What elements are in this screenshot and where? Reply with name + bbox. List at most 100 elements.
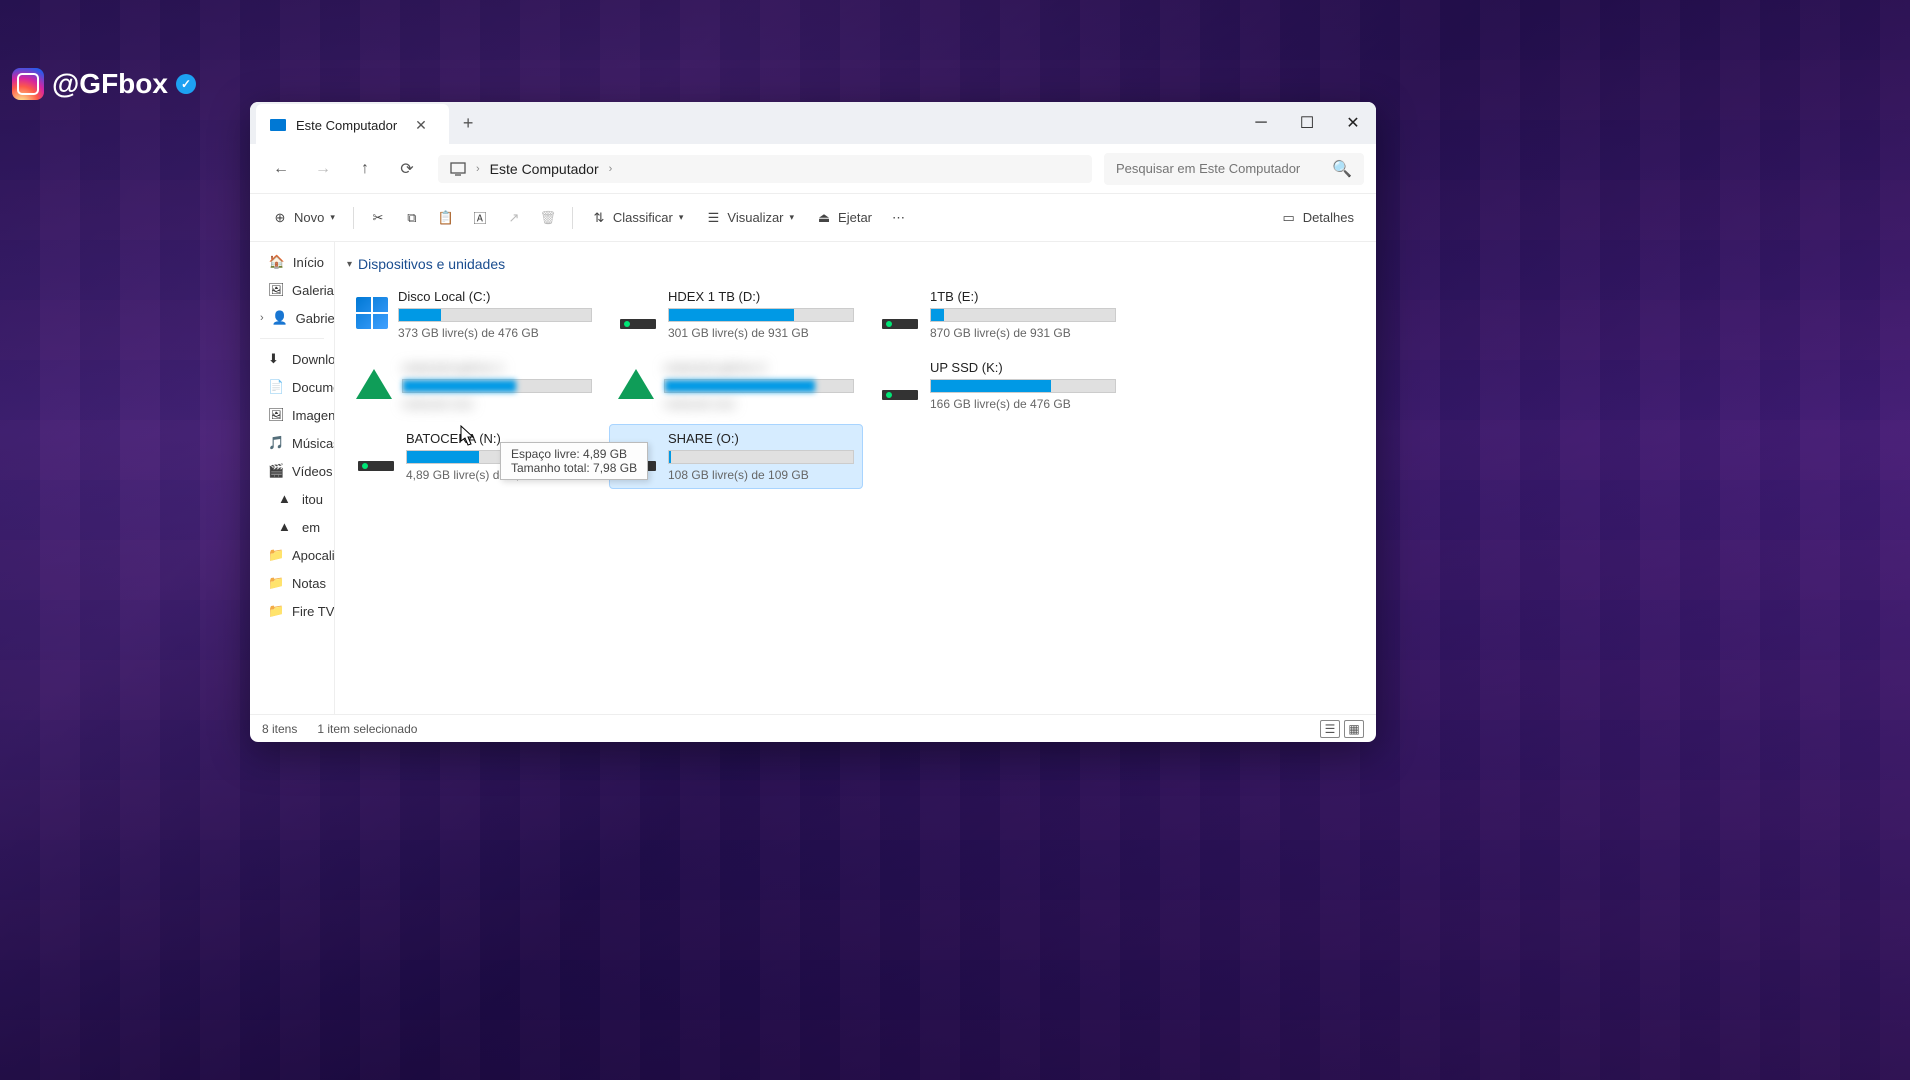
drive-usage-bar [668, 450, 854, 464]
address-bar: ← → ↑ ⟳ › Este Computador › 🔍 [250, 144, 1376, 194]
sidebar-item-apocalipse[interactable]: 📁Apocalipse [250, 541, 334, 569]
details-view-button[interactable]: ☰ [1320, 720, 1340, 738]
new-button[interactable]: ⊕ Novo ▾ [262, 204, 345, 232]
plus-circle-icon: ⊕ [272, 210, 288, 226]
drive-disco-local--c--[interactable]: Disco Local (C:)373 GB livre(s) de 476 G… [347, 282, 601, 347]
refresh-button[interactable]: ⟳ [388, 150, 426, 188]
section-title: Dispositivos e unidades [358, 256, 505, 272]
drive-usage-fill [399, 309, 441, 321]
sidebar-item-notas[interactable]: 📁Notas [250, 569, 334, 597]
chevron-right-icon: › [609, 163, 613, 175]
gdrive-icon: ▲ [278, 519, 294, 535]
sidebar-item-label: Gabriel [296, 311, 335, 326]
rename-button[interactable]: 🄰 [464, 204, 496, 232]
eject-icon: ⏏ [816, 210, 832, 226]
section-header-devices[interactable]: ▾ Dispositivos e unidades [347, 252, 1364, 282]
drive-redacted-gdrive-1[interactable]: redacted-gdrive-1redacted size [347, 353, 601, 418]
copy-button[interactable]: ⧉ [396, 204, 428, 232]
breadcrumb[interactable]: › Este Computador › [438, 155, 1092, 183]
new-tab-button[interactable]: + [449, 113, 488, 134]
tiles-view-button[interactable]: ▦ [1344, 720, 1364, 738]
doc-icon: 📄 [268, 379, 284, 395]
drive-hdex-1-tb--d--[interactable]: HDEX 1 TB (D:)301 GB livre(s) de 931 GB [609, 282, 863, 347]
search-box[interactable]: 🔍 [1104, 153, 1364, 185]
paste-icon: 📋 [438, 210, 454, 226]
back-button[interactable]: ← [262, 150, 300, 188]
tab-este-computador[interactable]: Este Computador ✕ [256, 104, 449, 146]
sort-button[interactable]: ⇅ Classificar ▾ [581, 204, 694, 232]
minimize-button[interactable]: ─ [1238, 102, 1284, 144]
eject-button[interactable]: ⏏ Ejetar [806, 204, 882, 232]
content-area[interactable]: ▾ Dispositivos e unidades Disco Local (C… [335, 242, 1376, 714]
sidebar-item-gabriel[interactable]: 👤 Gabriel [250, 304, 334, 332]
sidebar-item-fire tv[interactable]: 📁Fire TV [250, 597, 334, 625]
search-input[interactable] [1116, 161, 1324, 176]
cut-button[interactable]: ✂ [362, 204, 394, 232]
more-button[interactable]: ⋯ [884, 204, 913, 232]
image-icon: 🖼 [268, 407, 284, 423]
sidebar-item-itou[interactable]: ▲itou [250, 485, 334, 513]
view-toggles: ☰ ▦ [1320, 720, 1364, 738]
sidebar-item-label: Galeria [292, 283, 334, 298]
close-tab-icon[interactable]: ✕ [407, 113, 435, 138]
close-button[interactable]: ✕ [1330, 102, 1376, 144]
user-icon: 👤 [272, 310, 288, 326]
home-icon: 🏠 [269, 254, 285, 270]
paste-button: 📋 [430, 204, 462, 232]
sidebar-item-label: Início [293, 255, 324, 270]
drive-usage-bar [668, 308, 854, 322]
drive-up-ssd--k--[interactable]: UP SSD (K:)166 GB livre(s) de 476 GB [871, 353, 1125, 418]
gdrive-drive-icon [356, 366, 392, 402]
sidebar-item-label: Fire TV [292, 604, 334, 619]
chevron-down-icon: ▾ [790, 212, 795, 223]
divider [260, 338, 324, 339]
folder-icon: 📁 [268, 547, 284, 563]
gdrive-icon: ▲ [278, 491, 294, 507]
breadcrumb-segment[interactable]: Este Computador [490, 161, 599, 177]
view-button[interactable]: ☰ Visualizar ▾ [695, 204, 804, 232]
navigation-pane[interactable]: 🏠 Início 🖼 Galeria 👤 Gabriel ⬇Downloads📄Docum… [250, 242, 335, 714]
sidebar-item-documentos[interactable]: 📄Documentos [250, 373, 334, 401]
video-watermark: @GFbox ✓ [0, 62, 208, 106]
maximize-button[interactable]: ☐ [1284, 102, 1330, 144]
drive-usage-fill [669, 309, 794, 321]
drive-usage-bar [930, 308, 1116, 322]
share-button: ↗ [498, 204, 530, 232]
details-pane-button[interactable]: ▭ Detalhes [1271, 204, 1364, 232]
drive-name: SHARE (O:) [668, 431, 854, 446]
sidebar-item-vídeos[interactable]: 🎬Vídeos [250, 457, 334, 485]
drive-usage-fill [407, 451, 479, 463]
search-icon: 🔍 [1332, 159, 1352, 179]
rename-icon: 🄰 [472, 210, 488, 226]
sidebar-item-em[interactable]: ▲em [250, 513, 334, 541]
drive-free-text: redacted size [664, 397, 854, 411]
drive-1tb--e--[interactable]: 1TB (E:)870 GB livre(s) de 931 GB [871, 282, 1125, 347]
drive-tooltip: Espaço livre: 4,89 GB Tamanho total: 7,9… [500, 442, 648, 480]
sidebar-item-downloads[interactable]: ⬇Downloads [250, 345, 334, 373]
more-icon: ⋯ [892, 210, 905, 226]
file-explorer-window: Este Computador ✕ + ─ ☐ ✕ ← → ↑ ⟳ › Este… [250, 102, 1376, 742]
drive-name: redacted-gdrive-2 [664, 360, 854, 375]
sidebar-item-músicas[interactable]: 🎵Músicas [250, 429, 334, 457]
chevron-right-icon: › [476, 163, 480, 175]
separator [572, 207, 573, 229]
sidebar-item-label: Imagens [292, 408, 335, 423]
drive-redacted-gdrive-2[interactable]: redacted-gdrive-2 redacted size [609, 353, 863, 418]
up-button[interactable]: ↑ [346, 150, 384, 188]
sidebar-item-imagens[interactable]: 🖼 Imagens [250, 401, 334, 429]
sidebar-item-início[interactable]: 🏠 Início [250, 248, 334, 276]
drive-usage-fill [669, 451, 671, 463]
gdrive-drive-icon [618, 366, 654, 402]
sidebar-item-galeria[interactable]: 🖼 Galeria [250, 276, 334, 304]
gallery-icon: 🖼 [268, 282, 284, 298]
monitor-icon [450, 162, 466, 176]
folder-icon: 📁 [268, 575, 284, 591]
eject-label: Ejetar [838, 210, 872, 225]
drive-free-text: 166 GB livre(s) de 476 GB [930, 397, 1116, 411]
chevron-down-icon: ▾ [679, 212, 684, 223]
pc-icon [270, 119, 286, 131]
drive-free-text: redacted size [402, 397, 592, 411]
view-label: Visualizar [727, 210, 783, 225]
sort-label: Classificar [613, 210, 673, 225]
win-drive-icon [356, 297, 388, 329]
